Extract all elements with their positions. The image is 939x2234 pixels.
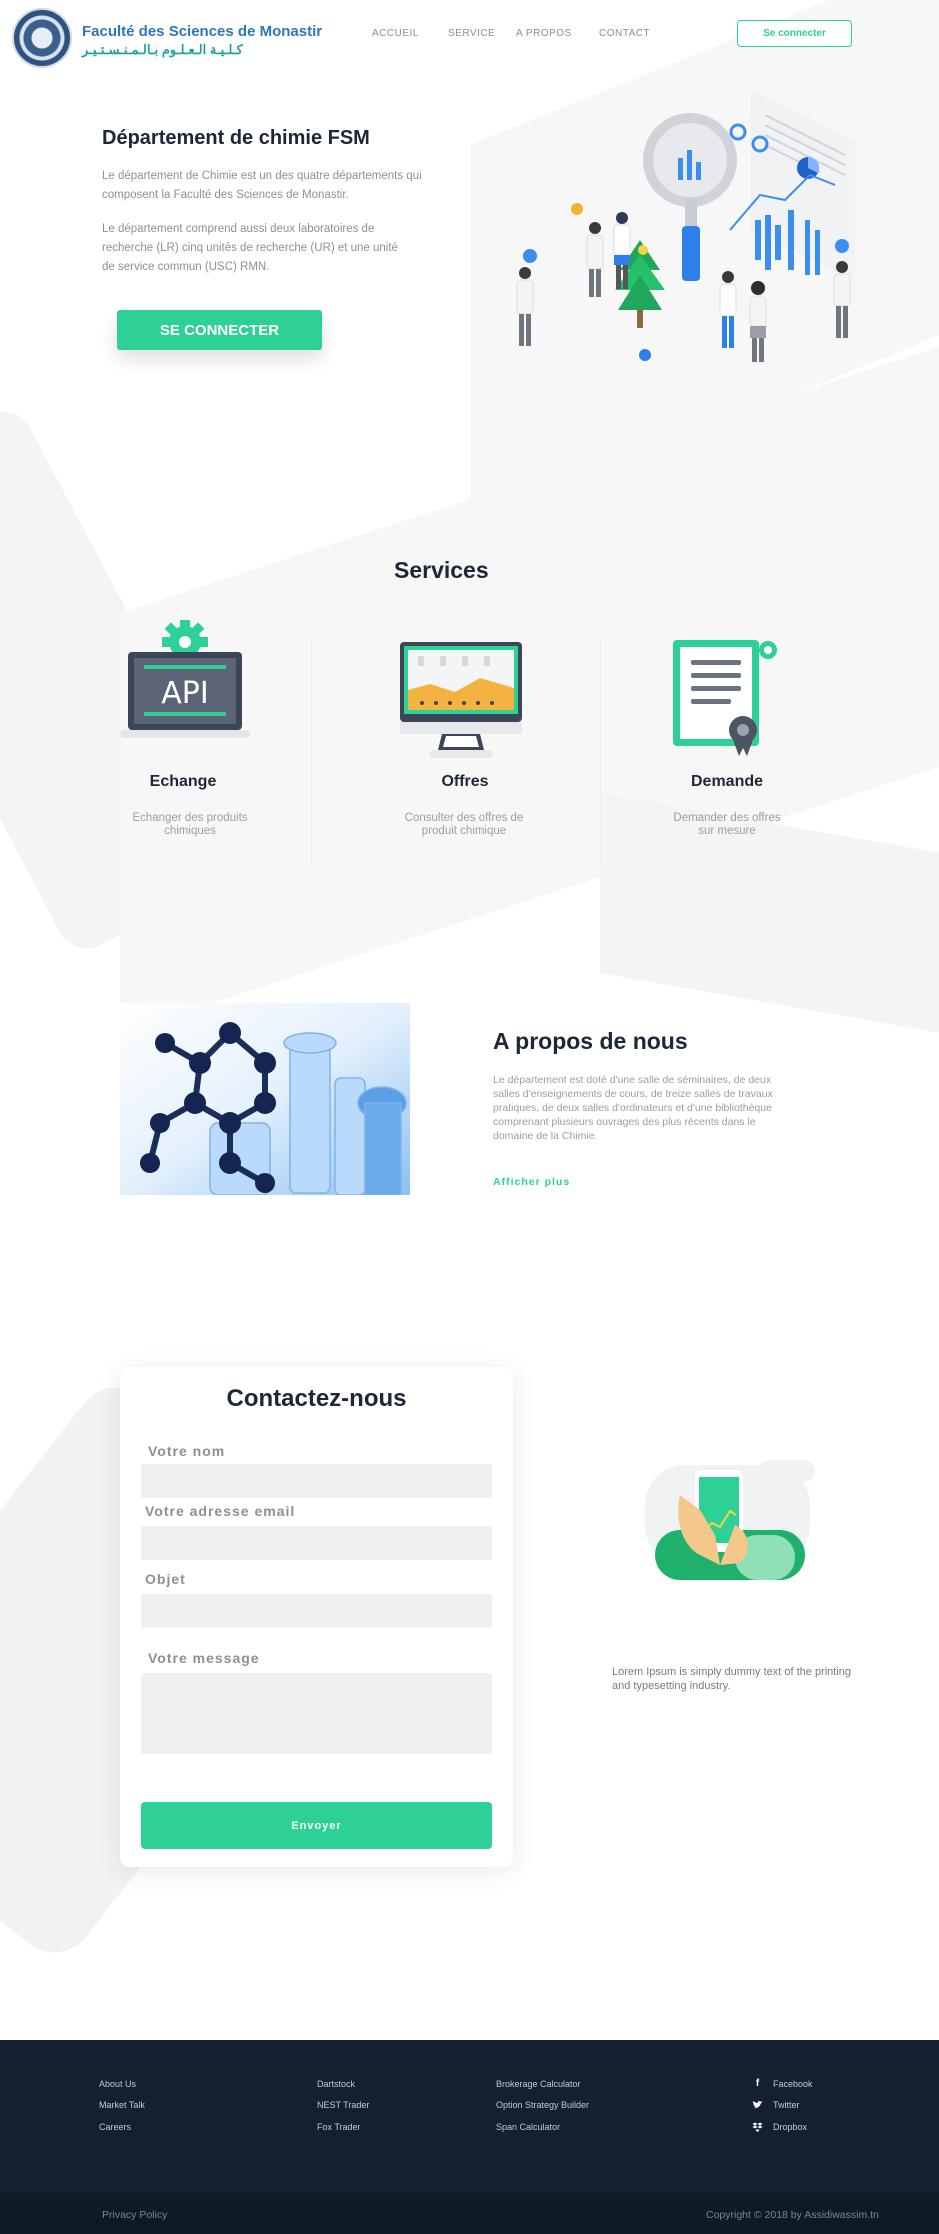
logo-title-ar: كـلـيـة الـعـلـوم بـالـمـنـسـتـيـر xyxy=(82,42,243,57)
footer-link-careers[interactable]: Careers xyxy=(99,2122,131,2132)
nav-accueil[interactable]: ACCUEIL xyxy=(372,28,419,39)
email-label: Votre adresse email xyxy=(145,1503,296,1519)
api-laptop-icon: API xyxy=(120,620,250,738)
monitor-chart-icon xyxy=(400,642,522,758)
logo-title-fr[interactable]: Faculté des Sciences de Monastir xyxy=(82,23,322,40)
twitter-icon[interactable] xyxy=(752,2100,763,2111)
service-desc-echange: Echanger des produits chimiques xyxy=(132,812,248,837)
page: Faculté des Sciences de Monastir كـلـيـة… xyxy=(0,0,939,2234)
footer-link-fox-trader[interactable]: Fox Trader xyxy=(317,2122,361,2132)
divider xyxy=(600,640,601,865)
divider xyxy=(311,640,312,865)
person-figure xyxy=(613,212,631,289)
message-field[interactable] xyxy=(141,1673,492,1754)
dropbox-icon[interactable] xyxy=(752,2122,763,2133)
nav-contact[interactable]: CONTACT xyxy=(599,28,650,39)
footer-link-span-calculator[interactable]: Span Calculator xyxy=(496,2122,560,2132)
footer-link-about-us[interactable]: About Us xyxy=(99,2079,136,2089)
hero-paragraph-1: Le département de Chimie est un des quat… xyxy=(102,170,422,201)
twitter-link[interactable]: Twitter xyxy=(773,2100,800,2110)
message-label: Votre message xyxy=(148,1650,260,1666)
about-title: A propos de nous xyxy=(493,1028,688,1054)
service-name-echange: Echange xyxy=(149,773,217,790)
person-figure xyxy=(749,281,767,362)
service-desc-demande: Demander des offres sur mesure xyxy=(673,812,781,837)
nav-a-propos[interactable]: A PROPOS xyxy=(516,28,572,39)
about-text: Le département est doté d'une salle de s… xyxy=(493,1074,773,1142)
subject-field[interactable] xyxy=(141,1594,492,1628)
copyright-text: Copyright © 2018 by Assidiwassim.tn xyxy=(706,2209,879,2221)
service-name-offres: Offres xyxy=(441,773,489,790)
hero-login-button[interactable]: SE CONNECTER xyxy=(117,310,322,350)
footer-link-market-talk[interactable]: Market Talk xyxy=(99,2100,145,2110)
contact-title: Contactez-nous xyxy=(226,1385,407,1412)
hero-title: Département de chimie FSM xyxy=(102,127,370,149)
footer-link-option-strategy-builder[interactable]: Option Strategy Builder xyxy=(496,2100,589,2110)
facebook-link[interactable]: Facebook xyxy=(773,2079,813,2089)
name-label: Votre nom xyxy=(148,1443,226,1459)
svg-text:API: API xyxy=(161,676,208,711)
privacy-policy-link[interactable]: Privacy Policy xyxy=(102,2209,167,2221)
person-figure xyxy=(719,271,737,348)
email-field[interactable] xyxy=(141,1526,492,1560)
person-figure xyxy=(516,267,534,346)
send-button[interactable]: Envoyer xyxy=(141,1802,492,1849)
person-figure xyxy=(586,222,604,297)
dropbox-link[interactable]: Dropbox xyxy=(773,2122,807,2132)
facebook-icon[interactable]: f xyxy=(752,2078,763,2089)
footer-link-brokerage-calculator[interactable]: Brokerage Calculator xyxy=(496,2079,581,2089)
nav-service[interactable]: SERVICE xyxy=(448,28,495,39)
footer-link-dartstock[interactable]: Dartstock xyxy=(317,2079,355,2089)
subject-label: Objet xyxy=(145,1571,186,1587)
login-button[interactable]: Se connecter xyxy=(737,20,852,47)
hero-paragraph-2: Le département comprend aussi deux labor… xyxy=(102,223,398,273)
services-title: Services xyxy=(394,557,489,583)
phone-chart-illustration xyxy=(645,1460,815,1580)
service-desc-offres: Consulter des offres de produit chimique xyxy=(404,812,524,837)
service-name-demande: Demande xyxy=(690,773,764,790)
contact-side-text: Lorem Ipsum is simply dummy text of the … xyxy=(612,1666,852,1692)
certificate-document-icon xyxy=(673,640,777,756)
faculty-logo[interactable] xyxy=(12,8,72,68)
lab-team-illustration xyxy=(516,90,855,362)
name-field[interactable] xyxy=(141,1464,492,1498)
chemistry-molecule-image xyxy=(120,1003,410,1195)
footer-link-nest-trader[interactable]: NEST Trader xyxy=(317,2100,369,2110)
show-more-link[interactable]: Afficher plus xyxy=(493,1176,570,1188)
